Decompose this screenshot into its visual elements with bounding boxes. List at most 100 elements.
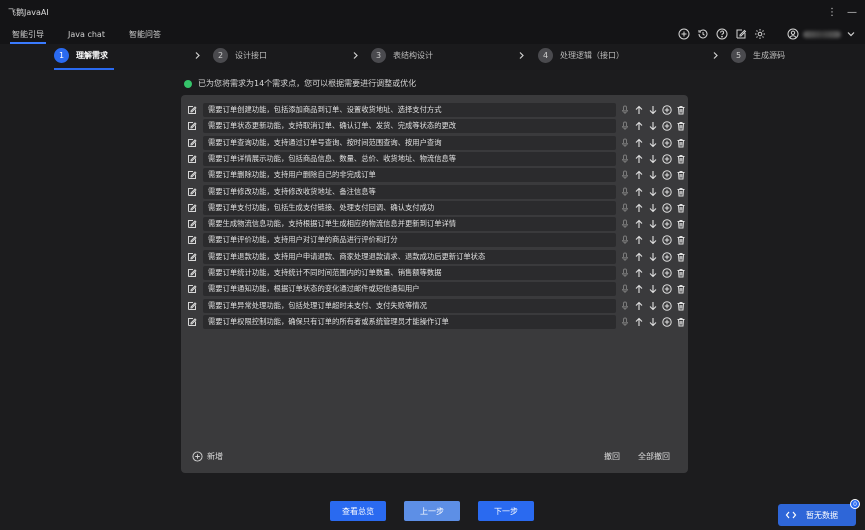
trash-icon[interactable] (676, 170, 686, 180)
arrow-down-icon[interactable] (648, 170, 658, 180)
help-icon[interactable] (716, 28, 728, 40)
requirement-text[interactable]: 需要订单权限控制功能，确保只有订单的所有者或系统管理员才能操作订单 (203, 314, 616, 329)
microphone-icon[interactable] (620, 138, 630, 148)
add-circle-icon[interactable] (662, 300, 672, 311)
microphone-icon[interactable] (620, 268, 630, 278)
tab-qa[interactable]: 智能问答 (117, 24, 173, 44)
arrow-up-icon[interactable] (634, 105, 644, 115)
requirement-text[interactable]: 需要订单通知功能，根据订单状态的变化通过邮件或短信通知用户 (203, 282, 616, 297)
tab-java-chat[interactable]: Java chat (56, 24, 117, 44)
next-step-button[interactable]: 下一步 (478, 501, 534, 521)
microphone-icon[interactable] (620, 284, 630, 294)
arrow-down-icon[interactable] (648, 301, 658, 311)
requirement-text[interactable]: 需要订单支付功能，包括生成支付链接、处理支付回调、确认支付成功 (203, 200, 616, 215)
arrow-down-icon[interactable] (648, 121, 658, 131)
edit-icon[interactable] (187, 121, 197, 131)
arrow-down-icon[interactable] (648, 219, 658, 229)
previous-step-button[interactable]: 上一步 (404, 501, 460, 521)
edit-icon[interactable] (187, 235, 197, 245)
arrow-down-icon[interactable] (648, 154, 658, 164)
microphone-icon[interactable] (620, 301, 630, 311)
requirement-text[interactable]: 需要订单异常处理功能，包括处理订单超时未支付、支付失败等情况 (203, 298, 616, 313)
requirement-text[interactable]: 需要订单查询功能，支持通过订单号查询、按时间范围查询、按用户查询 (203, 135, 616, 150)
requirement-text[interactable]: 需要订单退款功能，支持用户申请退款、商家处理退款请求、退款成功后更新订单状态 (203, 249, 616, 264)
trash-icon[interactable] (676, 301, 686, 311)
microphone-icon[interactable] (620, 203, 630, 213)
step-logic[interactable]: 4 处理逻辑（接口） (538, 48, 624, 63)
arrow-up-icon[interactable] (634, 187, 644, 197)
edit-icon[interactable] (187, 301, 197, 311)
trash-icon[interactable] (676, 235, 686, 245)
trash-icon[interactable] (676, 219, 686, 229)
trash-icon[interactable] (676, 187, 686, 197)
requirement-text[interactable]: 需要订单详情展示功能，包括商品信息、数量、总价、收货地址、物流信息等 (203, 151, 616, 166)
add-circle-icon[interactable] (662, 105, 672, 115)
arrow-up-icon[interactable] (634, 252, 644, 262)
arrow-up-icon[interactable] (634, 203, 644, 213)
edit-icon[interactable] (187, 170, 197, 180)
undo-button[interactable]: 撤回 (604, 451, 620, 462)
add-circle-icon[interactable] (662, 235, 672, 246)
microphone-icon[interactable] (620, 187, 630, 197)
microphone-icon[interactable] (620, 121, 630, 131)
edit-icon[interactable] (187, 317, 197, 327)
settings-icon[interactable] (754, 28, 766, 40)
edit-icon[interactable] (187, 284, 197, 294)
requirement-text[interactable]: 需要订单创建功能，包括添加商品到订单、设置收货地址、选择支付方式 (203, 103, 616, 117)
step-generate-code[interactable]: 5 生成源码 (731, 48, 785, 63)
arrow-up-icon[interactable] (634, 170, 644, 180)
history-icon[interactable] (697, 28, 709, 40)
microphone-icon[interactable] (620, 235, 630, 245)
trash-icon[interactable] (676, 317, 686, 327)
microphone-icon[interactable] (620, 154, 630, 164)
add-requirement-button[interactable]: 新增 (191, 450, 223, 462)
undo-all-button[interactable]: 全部撤回 (638, 451, 670, 462)
requirement-text[interactable]: 需要订单修改功能，支持修改收货地址、备注信息等 (203, 184, 616, 199)
arrow-up-icon[interactable] (634, 268, 644, 278)
requirement-text[interactable]: 需要订单统计功能，支持统计不同时间范围内的订单数量、销售额等数据 (203, 266, 616, 280)
arrow-down-icon[interactable] (648, 105, 658, 115)
add-circle-icon[interactable] (662, 284, 672, 294)
trash-icon[interactable] (676, 154, 686, 164)
add-circle-icon[interactable] (662, 317, 672, 327)
arrow-down-icon[interactable] (648, 268, 658, 278)
arrow-down-icon[interactable] (648, 203, 658, 213)
add-circle-icon[interactable] (662, 186, 672, 197)
trash-icon[interactable] (676, 203, 686, 213)
trash-icon[interactable] (676, 121, 686, 131)
step-design-api[interactable]: 2 设计接口 (213, 48, 267, 63)
edit-icon[interactable] (187, 187, 197, 197)
edit-icon[interactable] (187, 138, 197, 148)
arrow-down-icon[interactable] (648, 252, 658, 262)
step-understand[interactable]: 1 理解需求 (54, 48, 108, 63)
arrow-down-icon[interactable] (648, 138, 658, 148)
add-circle-icon[interactable] (678, 28, 690, 40)
add-circle-icon[interactable] (662, 268, 672, 278)
add-circle-icon[interactable] (662, 154, 672, 164)
arrow-up-icon[interactable] (634, 301, 644, 311)
arrow-up-icon[interactable] (634, 154, 644, 164)
user-menu[interactable] (787, 28, 857, 40)
requirement-text[interactable]: 需要订单状态更新功能，支持取消订单、确认订单、发货、完成等状态的更改 (203, 119, 616, 134)
edit-icon[interactable] (187, 154, 197, 164)
arrow-down-icon[interactable] (648, 235, 658, 245)
arrow-down-icon[interactable] (648, 317, 658, 327)
step-table-design[interactable]: 3 表结构设计 (371, 48, 433, 63)
more-vertical-icon[interactable]: ⋮ (827, 7, 837, 18)
arrow-up-icon[interactable] (634, 235, 644, 245)
minimize-icon[interactable]: — (847, 7, 857, 18)
trash-icon[interactable] (676, 138, 686, 148)
arrow-up-icon[interactable] (634, 219, 644, 229)
add-circle-icon[interactable] (662, 219, 672, 229)
add-circle-icon[interactable] (662, 203, 672, 213)
view-summary-button[interactable]: 查看总览 (330, 501, 386, 521)
add-circle-icon[interactable] (662, 251, 672, 262)
add-circle-icon[interactable] (662, 137, 672, 148)
trash-icon[interactable] (676, 252, 686, 262)
edit-icon[interactable] (735, 28, 747, 40)
edit-icon[interactable] (187, 105, 197, 115)
add-circle-icon[interactable] (662, 121, 672, 131)
floating-data-widget[interactable]: 暂无数据 0 (778, 499, 860, 526)
arrow-up-icon[interactable] (634, 121, 644, 131)
edit-icon[interactable] (187, 252, 197, 262)
